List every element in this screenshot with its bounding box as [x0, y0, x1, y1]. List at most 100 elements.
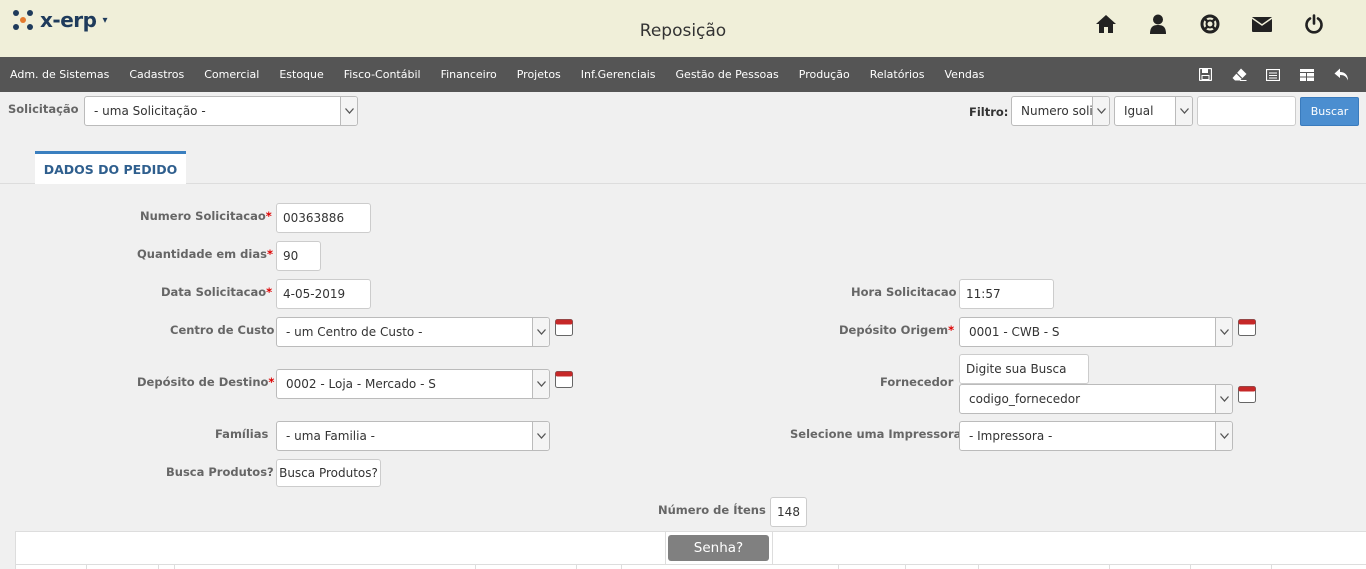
chevron-down-icon	[532, 370, 549, 398]
deposito-origem-label-text: Depósito Origem	[839, 323, 949, 337]
numero-solicitacao-label: Numero Solicitacao*	[140, 209, 272, 223]
solicitacao-select[interactable]: - uma Solicitação -	[84, 96, 358, 126]
deposito-origem-select[interactable]: 0001 - CWB - S	[959, 317, 1233, 347]
menu-item-fisco-cont-bil[interactable]: Fisco-Contábil	[344, 68, 421, 81]
numero-solicitacao-input[interactable]: 00363886	[276, 203, 371, 233]
grid-column-separator[interactable]	[905, 564, 906, 569]
centro-custo-select[interactable]: - um Centro de Custo -	[276, 317, 550, 347]
user-icon[interactable]	[1132, 10, 1184, 38]
top-header: x-erp ▾ Reposição	[0, 0, 1366, 57]
grid-column-separator[interactable]	[621, 564, 622, 569]
deposito-destino-select[interactable]: 0002 - Loja - Mercado - S	[276, 369, 550, 399]
data-solicitacao-label-text: Data Solicitacao	[161, 285, 267, 299]
home-icon[interactable]	[1080, 10, 1132, 38]
tab-dados-do-pedido[interactable]: DADOS DO PEDIDO	[35, 151, 186, 184]
menu-item-cadastros[interactable]: Cadastros	[129, 68, 184, 81]
quantidade-dias-input[interactable]: 90	[276, 241, 321, 271]
menu-items: Adm. de Sistemas Cadastros Comercial Estoqu…	[0, 57, 1004, 92]
menu-item-financeiro[interactable]: Financeiro	[441, 68, 497, 81]
mail-icon[interactable]	[1236, 10, 1288, 38]
quantidade-dias-label-text: Quantidade em dias	[137, 247, 267, 261]
chevron-down-icon	[1215, 422, 1232, 450]
impressora-select[interactable]: - Impressora -	[959, 421, 1233, 451]
main-menu-bar: Adm. de Sistemas Cadastros Comercial Estoqu…	[0, 57, 1366, 92]
menu-item-produ-o[interactable]: Produção	[799, 68, 850, 81]
impressora-label: Selecione uma Impressora	[790, 427, 962, 441]
grid-column-separator[interactable]	[158, 564, 159, 569]
help-lifebuoy-icon[interactable]	[1184, 10, 1236, 38]
required-mark: *	[265, 209, 272, 223]
familias-select[interactable]: - uma Familia -	[276, 421, 550, 451]
numero-solicitacao-label-text: Numero Solicitacao	[140, 209, 266, 223]
impressora-value: - Impressora -	[969, 429, 1053, 443]
solicitacao-label: Solicitação	[8, 102, 79, 116]
menu-item-vendas[interactable]: Vendas	[945, 68, 985, 81]
grid-column-separator[interactable]	[174, 564, 175, 569]
list-icon[interactable]	[1256, 57, 1290, 92]
menu-item-comercial[interactable]: Comercial	[204, 68, 259, 81]
required-mark: *	[266, 247, 273, 261]
menu-item-gest-o-de-pessoas[interactable]: Gestão de Pessoas	[676, 68, 779, 81]
grid-column-separator[interactable]	[1271, 564, 1272, 569]
busca-produtos-button[interactable]: Busca Produtos?	[276, 459, 381, 487]
menu-item-projetos[interactable]: Projetos	[517, 68, 561, 81]
grid-column-separator[interactable]	[978, 564, 979, 569]
grid-column-separator[interactable]	[838, 564, 839, 569]
grid-divider	[665, 531, 666, 564]
grid-column-separator[interactable]	[1190, 564, 1191, 569]
deposito-destino-label-text: Depósito de Destino	[137, 375, 269, 389]
calendar-icon[interactable]	[1238, 319, 1256, 336]
numero-itens-label: Número de Ítens	[658, 503, 766, 517]
chevron-down-icon	[1215, 318, 1232, 346]
power-icon[interactable]	[1288, 10, 1340, 38]
hora-solicitacao-label: Hora Solicitacao	[851, 285, 957, 299]
menu-item-estoque[interactable]: Estoque	[279, 68, 323, 81]
familias-value: - uma Familia -	[286, 429, 375, 443]
chevron-down-icon	[532, 318, 549, 346]
toolbar	[1188, 57, 1358, 92]
required-mark: *	[948, 323, 955, 337]
grid-column-separator[interactable]	[475, 564, 476, 569]
quantidade-dias-label: Quantidade em dias*	[137, 247, 273, 261]
data-solicitacao-label: Data Solicitacao*	[161, 285, 272, 299]
menu-item-relat-rios[interactable]: Relatórios	[870, 68, 925, 81]
table-icon[interactable]	[1290, 57, 1324, 92]
grid-divider	[772, 531, 773, 564]
data-solicitacao-input[interactable]: 4-05-2019	[276, 279, 371, 309]
grid-header-row	[15, 564, 1366, 569]
required-mark: *	[266, 285, 273, 299]
centro-custo-value: - um Centro de Custo -	[286, 325, 423, 339]
filter-operator-select[interactable]: Igual	[1114, 96, 1193, 126]
fornecedor-value: codigo_fornecedor	[969, 392, 1080, 406]
menu-item-inf-gerenciais[interactable]: Inf.Gerenciais	[581, 68, 656, 81]
required-mark: *	[268, 375, 275, 389]
deposito-destino-label: Depósito de Destino*	[137, 375, 274, 389]
hora-solicitacao-input[interactable]: 11:57	[959, 279, 1054, 309]
menu-item-adm-de-sistemas[interactable]: Adm. de Sistemas	[10, 68, 109, 81]
filter-field-select[interactable]: Numero soli	[1011, 96, 1110, 126]
fornecedor-search-input[interactable]: Digite sua Busca	[959, 354, 1089, 384]
tab-divider	[0, 183, 1366, 184]
deposito-destino-value: 0002 - Loja - Mercado - S	[286, 377, 436, 391]
fornecedor-select[interactable]: codigo_fornecedor	[959, 384, 1233, 414]
grid-column-separator[interactable]	[1109, 564, 1110, 569]
back-arrow-icon[interactable]	[1324, 57, 1358, 92]
calendar-icon[interactable]	[555, 319, 573, 336]
chevron-down-icon	[1092, 97, 1109, 125]
filter-value-input[interactable]	[1197, 96, 1296, 126]
grid-column-separator[interactable]	[86, 564, 87, 569]
top-icon-bar	[1080, 10, 1340, 38]
fornecedor-label: Fornecedor	[880, 375, 954, 389]
deposito-origem-label: Depósito Origem*	[839, 323, 954, 337]
calendar-icon[interactable]	[1238, 386, 1256, 403]
senha-button[interactable]: Senha?	[668, 535, 769, 561]
chevron-down-icon	[1215, 385, 1232, 413]
filtro-label: Filtro:	[969, 105, 1009, 119]
grid-column-separator[interactable]	[576, 564, 577, 569]
deposito-origem-value: 0001 - CWB - S	[969, 325, 1060, 339]
numero-itens-input[interactable]: 148	[770, 497, 807, 527]
calendar-icon[interactable]	[555, 371, 573, 388]
eraser-icon[interactable]	[1222, 57, 1256, 92]
save-icon[interactable]	[1188, 57, 1222, 92]
buscar-button[interactable]: Buscar	[1300, 97, 1359, 126]
